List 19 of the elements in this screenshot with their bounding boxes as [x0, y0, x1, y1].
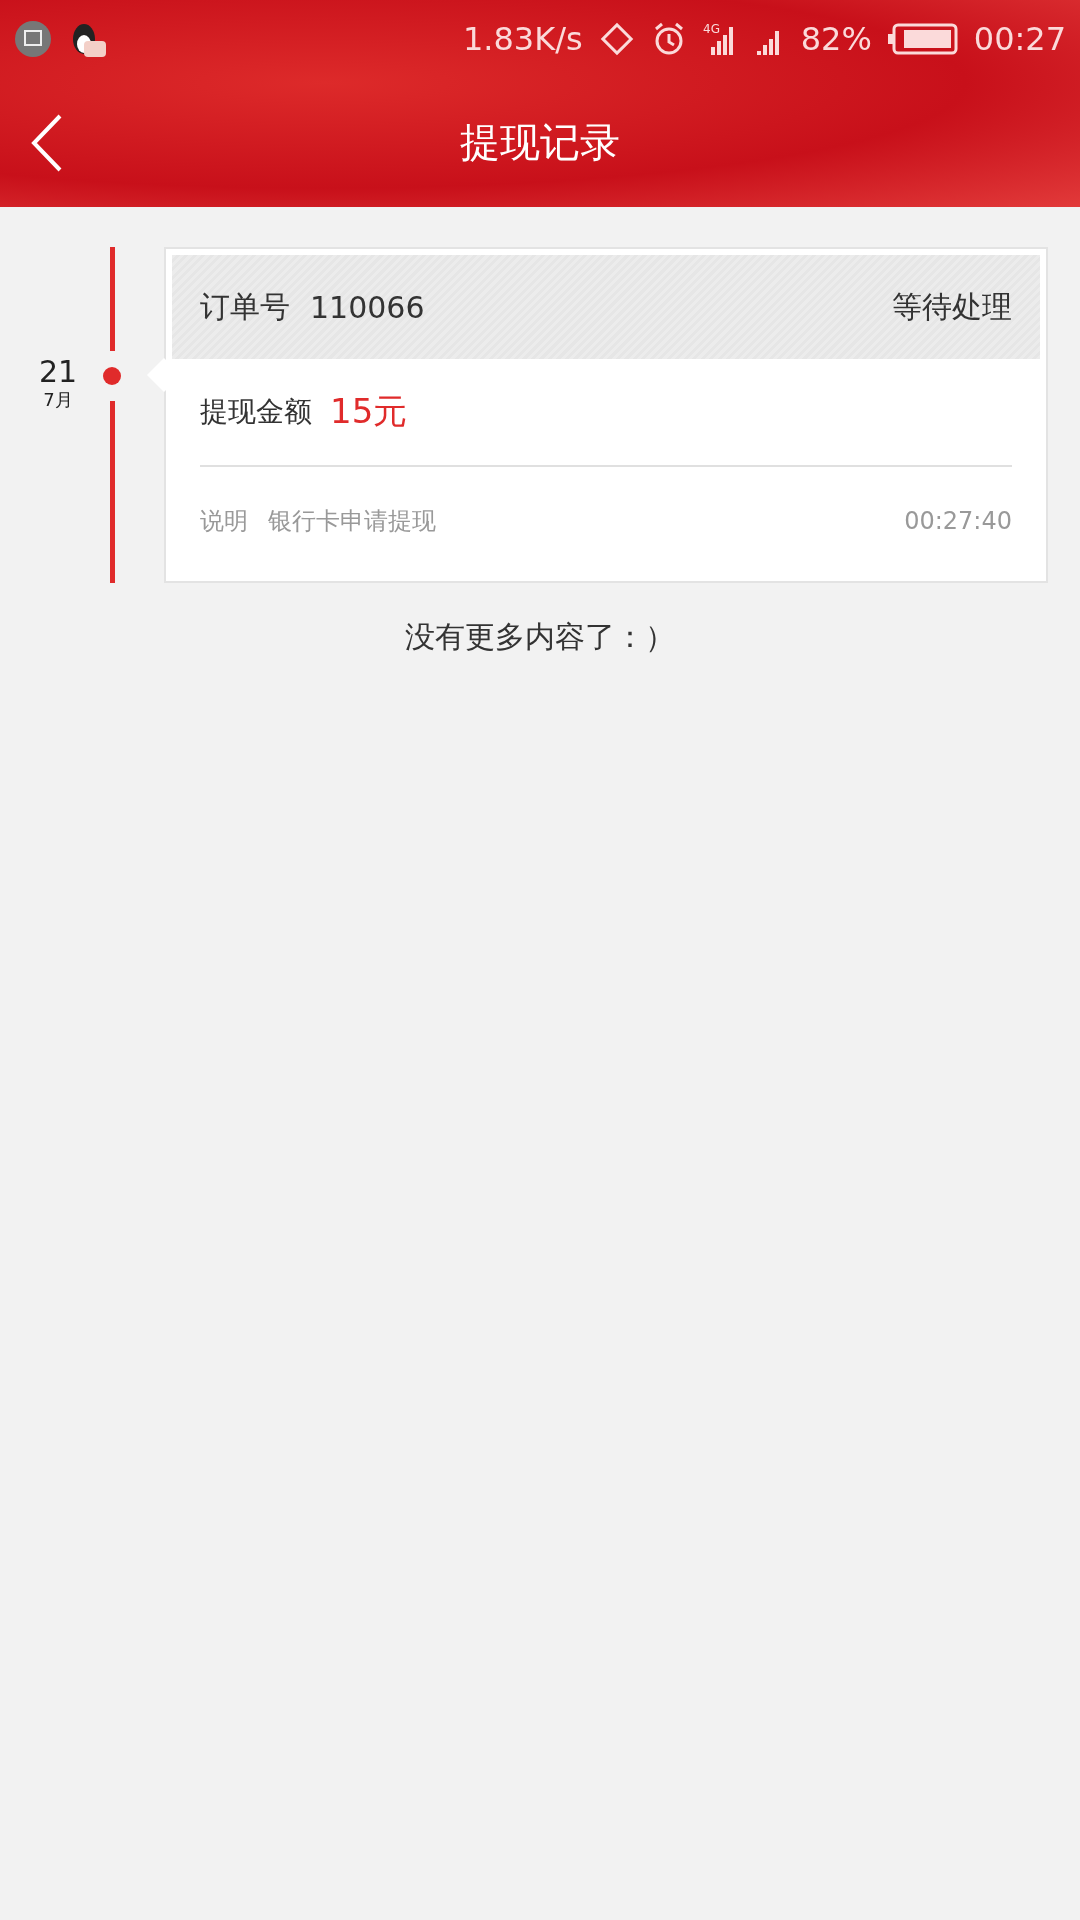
rotation-icon: [598, 21, 635, 57]
record-time: 00:27:40: [904, 507, 1012, 535]
date-day: 21: [38, 355, 78, 388]
status-text: 等待处理: [892, 287, 1012, 326]
page-title: 提现记录: [460, 118, 620, 167]
end-of-list-text: 没有更多内容了：）: [405, 619, 675, 654]
order-number: 110066: [310, 289, 425, 325]
battery-icon: [887, 23, 958, 55]
note-text: 银行卡申请提现: [268, 506, 436, 537]
amount-label: 提现金额: [200, 394, 312, 430]
battery-percent: 82%: [800, 20, 872, 58]
amount-value: 15元: [330, 390, 408, 433]
date-month: 7月: [43, 388, 73, 412]
network-speed: 1.83K/s: [462, 20, 583, 58]
order-label: 订单号: [200, 287, 290, 326]
clock: 00:27: [973, 20, 1066, 58]
screenshot-icon: [14, 20, 52, 58]
note-label: 说明: [200, 506, 248, 537]
timeline-dot: [103, 367, 121, 385]
